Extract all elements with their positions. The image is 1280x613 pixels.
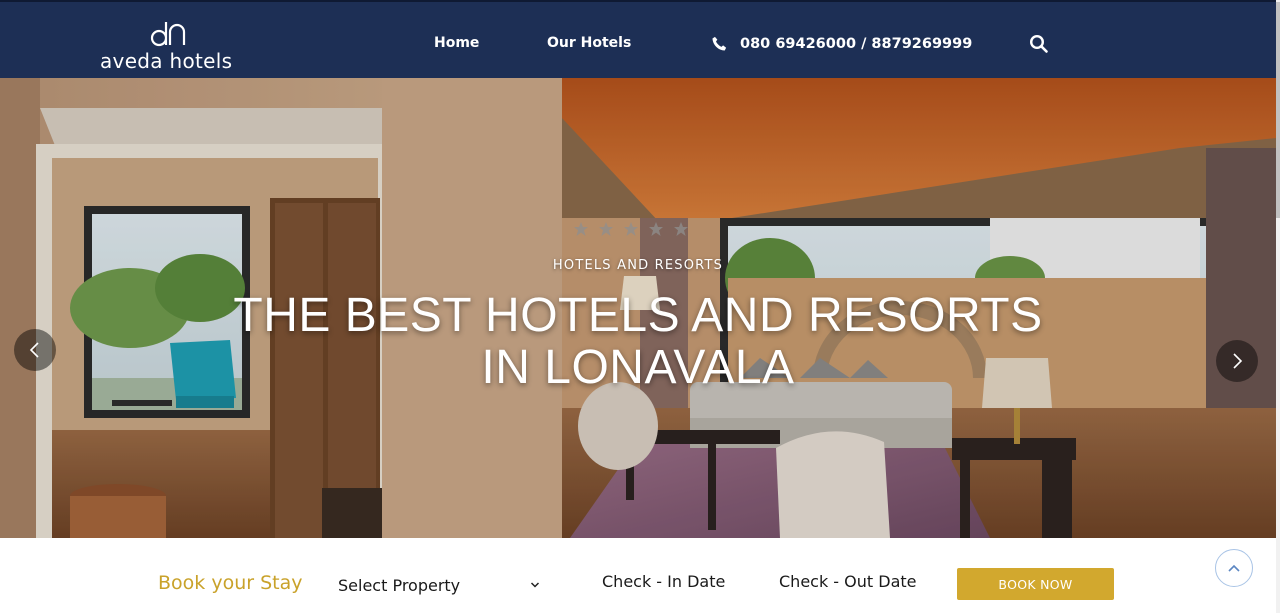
phone-icon (712, 36, 727, 51)
phone-link[interactable]: 080 69426000 / 8879269999 (710, 32, 972, 56)
star-icon (599, 222, 613, 236)
hero-slider: HOTELS AND RESORTS THE BEST HOTELS AND R… (0, 78, 1276, 538)
nav-home[interactable]: Home (434, 35, 479, 51)
star-icon (624, 222, 638, 236)
nav-our-hotels[interactable]: Our Hotels (547, 35, 631, 51)
property-select-value: Select Property (338, 575, 461, 595)
hero-title: THE BEST HOTELS AND RESORTS IN LONAVALA (200, 290, 1076, 394)
book-now-button[interactable]: BOOK NOW (957, 568, 1114, 600)
slider-next-button[interactable] (1216, 340, 1258, 382)
star-icon (574, 222, 588, 236)
logo-mark-icon (150, 22, 186, 47)
scroll-to-top-button[interactable] (1215, 549, 1253, 587)
hero-subtitle: HOTELS AND RESORTS (552, 258, 724, 273)
star-icon (674, 222, 688, 236)
booking-title: Book your Stay (158, 572, 303, 594)
chevron-right-icon (1233, 353, 1243, 369)
phone-number: 080 69426000 / 8879269999 (740, 36, 973, 52)
page-scrollbar[interactable] (1276, 0, 1280, 613)
check-out-date-field[interactable]: Check - Out Date (779, 572, 917, 591)
search-icon[interactable] (1029, 34, 1049, 54)
hero-title-line-2: IN LONAVALA (481, 341, 795, 394)
slider-prev-button[interactable] (14, 329, 56, 371)
chevron-left-icon (29, 342, 39, 358)
check-in-date-field[interactable]: Check - In Date (602, 572, 725, 591)
hero-title-line-1: THE BEST HOTELS AND RESORTS (233, 289, 1043, 342)
chevron-down-icon (530, 582, 540, 588)
star-rating (573, 221, 689, 237)
booking-bar: Book your Stay Select Property Check - I… (0, 538, 1276, 613)
scrollbar-thumb[interactable] (1276, 2, 1280, 218)
star-icon (649, 222, 663, 236)
logo-text: aveda hotels (100, 49, 233, 73)
logo[interactable]: aveda hotels (100, 16, 240, 76)
property-select[interactable]: Select Property (338, 574, 544, 596)
chevron-up-icon (1228, 564, 1240, 572)
site-header: aveda hotels Home Our Hotels 080 6942600… (0, 0, 1280, 78)
